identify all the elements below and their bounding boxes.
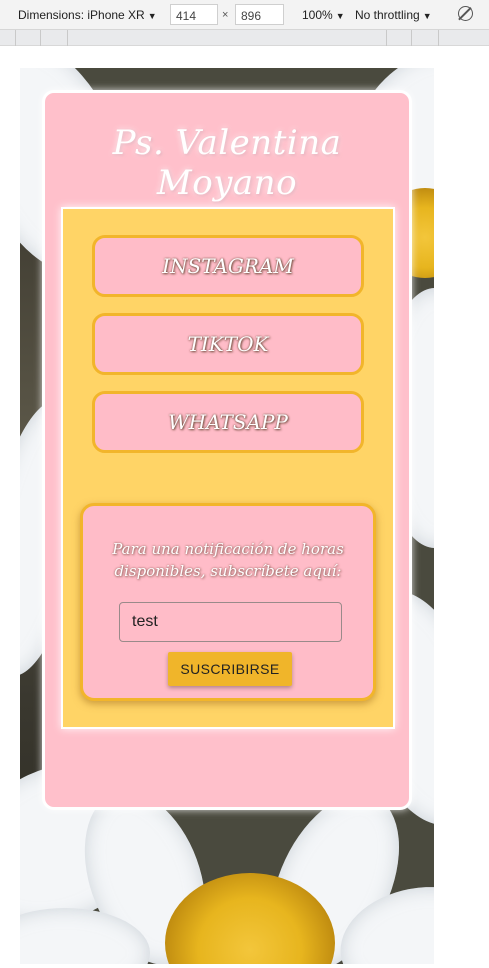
profile-card: Ps. Valentina Moyano INSTAGRAM TIKTOK WH… (42, 90, 412, 810)
subscribe-input[interactable] (119, 602, 342, 642)
device-select[interactable]: Dimensions: iPhone XR ▼ (18, 8, 157, 22)
instagram-link[interactable]: INSTAGRAM (92, 235, 364, 297)
chevron-down-icon: ▼ (335, 11, 345, 21)
subscribe-button[interactable]: SUSCRIBIRSE (168, 652, 292, 686)
zoom-select[interactable]: 100% ▼ (302, 8, 345, 22)
media-query-ruler[interactable] (0, 30, 489, 46)
throttling-label: No throttling (355, 8, 420, 22)
devtools-toolbar: Dimensions: iPhone XR▼ × 100%▼ No thrott… (0, 0, 489, 30)
page-title: Ps. Valentina Moyano (112, 123, 342, 203)
device-viewport: Ps. Valentina Moyano INSTAGRAM TIKTOK WH… (20, 68, 434, 964)
whatsapp-link[interactable]: WHATSAPP (92, 391, 364, 453)
subscribe-text: Para una notificación de horas disponibl… (112, 540, 344, 580)
tiktok-link[interactable]: TIKTOK (92, 313, 364, 375)
chevron-down-icon: ▼ (147, 11, 157, 21)
rotate-disabled-icon[interactable] (458, 6, 473, 21)
throttling-select[interactable]: No throttling ▼ (355, 8, 432, 22)
zoom-label: 100% (302, 8, 333, 22)
width-input[interactable] (170, 4, 218, 25)
device-label: Dimensions: iPhone XR (18, 8, 145, 22)
subscribe-form: Para una notificación de horas disponibl… (80, 503, 376, 701)
dimension-separator: × (222, 9, 229, 21)
height-input[interactable] (235, 4, 284, 25)
chevron-down-icon: ▼ (422, 11, 432, 21)
links-panel: INSTAGRAM TIKTOK WHATSAPP Para una notif… (61, 207, 395, 729)
